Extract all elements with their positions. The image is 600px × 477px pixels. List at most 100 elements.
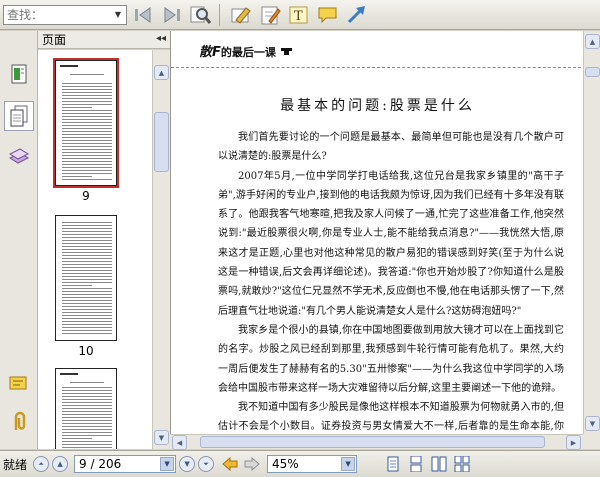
thumbnail-text-line bbox=[62, 312, 112, 313]
thumbnail-text-line bbox=[62, 143, 112, 144]
document-vertical-scrollbar[interactable]: ▲ ▼ bbox=[583, 31, 600, 434]
thumbnail-text-line bbox=[62, 294, 112, 295]
thumbnail-text-line bbox=[62, 179, 112, 180]
document-horizontal-scrollbar[interactable]: ◀ ▶ bbox=[170, 434, 583, 450]
thumbnail-text-line bbox=[62, 288, 112, 289]
scroll-down-icon[interactable]: ▼ bbox=[585, 416, 600, 431]
scroll-up-icon[interactable]: ▲ bbox=[154, 65, 169, 80]
forward-arrow-icon bbox=[244, 457, 260, 471]
pages-tab[interactable] bbox=[4, 101, 34, 131]
thumbnail-text-line bbox=[62, 128, 112, 129]
thumbnail-text-line bbox=[62, 282, 112, 283]
thumbnail-text-line bbox=[62, 237, 112, 238]
zoom-dropdown-icon[interactable]: ▼ bbox=[341, 457, 356, 471]
thumbnails-tab[interactable] bbox=[4, 59, 34, 89]
header-mark-icon bbox=[280, 48, 292, 55]
thumbnail-text-line bbox=[62, 240, 112, 241]
pen-note-button[interactable] bbox=[257, 3, 283, 27]
thumbnail-text-line bbox=[62, 92, 112, 93]
header-text: 的最后一课 bbox=[220, 46, 276, 59]
attachments-tab[interactable] bbox=[4, 407, 34, 437]
thumbnail-text-line bbox=[62, 273, 112, 274]
document-view[interactable]: 散F的最后一课 最基本的问题:股票是什么 我们首先要讨论的一个问题是最基本、最简… bbox=[170, 31, 583, 434]
thumbnail-text-line bbox=[62, 98, 112, 99]
comment-button[interactable] bbox=[315, 3, 341, 27]
thumbnail-text-line bbox=[62, 441, 112, 442]
first-page-icon[interactable]: ⏶ bbox=[33, 456, 50, 472]
running-header: 散F的最后一课 bbox=[199, 41, 294, 60]
header-divider bbox=[171, 67, 581, 68]
zoom-field[interactable]: 45% ▼ bbox=[267, 455, 358, 473]
thumbnail-text-line bbox=[62, 261, 112, 262]
page-dropdown-icon[interactable]: ▼ bbox=[160, 457, 175, 471]
thumbnail-text-line bbox=[62, 95, 112, 96]
text-tool-button[interactable]: T bbox=[286, 3, 312, 27]
arrow-tool-button[interactable] bbox=[344, 3, 370, 27]
facing-page-button[interactable] bbox=[430, 455, 448, 473]
thumbnail-text-line bbox=[62, 158, 112, 159]
thumbnail-text-line bbox=[62, 426, 112, 427]
last-page-icon[interactable]: ⏷ bbox=[198, 456, 215, 472]
scroll-up-icon[interactable]: ▲ bbox=[585, 34, 600, 49]
toolbar-separator bbox=[219, 3, 220, 26]
paragraph: 我家乡是个很小的县镇,你在中国地图要做到用放大镜才可以在上面找到它的名字。炒股之… bbox=[218, 324, 564, 394]
thumbnail-text-line bbox=[62, 228, 112, 229]
next-result-icon bbox=[164, 6, 180, 23]
thumbnail-text-line bbox=[62, 83, 112, 84]
thumbnail-text-line bbox=[62, 89, 112, 90]
page-number-field[interactable]: 9 / 206 ▼ bbox=[74, 455, 177, 473]
thumbnail-text-line bbox=[62, 318, 112, 319]
forward-button[interactable] bbox=[243, 456, 261, 472]
scroll-thumb[interactable] bbox=[585, 67, 600, 77]
thumbnail-text-line bbox=[62, 152, 112, 153]
page-number-value: 9 / 206 bbox=[79, 457, 122, 471]
continuous-page-button[interactable] bbox=[407, 455, 425, 473]
pages-panel-header: 页面 ◂◂ bbox=[38, 31, 170, 49]
thumbnail-text-line bbox=[62, 86, 112, 87]
scroll-thumb[interactable] bbox=[154, 112, 169, 172]
thumbnails-tab-icon bbox=[11, 64, 27, 84]
scroll-thumb[interactable] bbox=[200, 436, 545, 448]
attachments-tab-icon bbox=[14, 411, 26, 430]
layers-tab-icon bbox=[8, 148, 30, 164]
thumbnail-page-11[interactable] bbox=[55, 368, 117, 449]
thumbnail-page-9[interactable] bbox=[53, 58, 119, 188]
document-body: 我们首先要讨论的一个问题是最基本、最简单但可能也是没有几个散户可以说清楚的:股票… bbox=[218, 128, 564, 434]
thumbnail-text-line bbox=[62, 225, 112, 226]
highlighter-button[interactable] bbox=[228, 3, 254, 27]
single-page-button[interactable] bbox=[384, 455, 402, 473]
thumbnail-text-line bbox=[62, 276, 112, 277]
pages-tab-icon bbox=[10, 105, 28, 127]
next-page-icon[interactable]: ▼ bbox=[179, 456, 196, 472]
thumbnail-text-line bbox=[62, 243, 112, 244]
single-page-icon bbox=[387, 456, 399, 472]
thumbnail-page-10[interactable] bbox=[55, 215, 117, 341]
thumbnail-text-line bbox=[62, 252, 112, 253]
thumbnail-text-line bbox=[62, 222, 112, 223]
thumbnail-text-line bbox=[62, 321, 112, 322]
collapse-panel-button[interactable]: ◂◂ bbox=[156, 33, 166, 44]
next-result-button[interactable] bbox=[159, 3, 185, 27]
scroll-left-icon[interactable]: ◀ bbox=[172, 435, 187, 450]
scroll-right-icon[interactable]: ▶ bbox=[566, 435, 581, 450]
toolbar: ▼ T bbox=[0, 0, 600, 30]
comments-tab[interactable] bbox=[4, 369, 34, 399]
back-arrow-icon bbox=[222, 457, 238, 471]
search-input[interactable] bbox=[4, 5, 112, 24]
layers-tab[interactable] bbox=[4, 141, 34, 171]
thumbnail-text-line bbox=[62, 246, 112, 247]
continuous-facing-button[interactable] bbox=[453, 455, 471, 473]
search-dropdown-icon[interactable]: ▼ bbox=[111, 7, 125, 23]
thumbnail-text-line bbox=[62, 107, 92, 108]
search-button[interactable] bbox=[188, 3, 214, 27]
prev-result-button[interactable] bbox=[130, 3, 156, 27]
scroll-down-icon[interactable]: ▼ bbox=[154, 430, 169, 445]
thumbnail-text-line bbox=[62, 116, 112, 117]
thumbnail-text-line bbox=[62, 110, 112, 111]
thumbnail-scrollbar[interactable]: ▲ ▼ bbox=[152, 50, 170, 449]
thumbnail-text-line bbox=[62, 303, 112, 304]
back-button[interactable] bbox=[221, 456, 239, 472]
search-box[interactable]: ▼ bbox=[3, 4, 127, 25]
status-text: 就绪 bbox=[3, 457, 28, 472]
prev-page-icon[interactable]: ▲ bbox=[52, 456, 69, 472]
